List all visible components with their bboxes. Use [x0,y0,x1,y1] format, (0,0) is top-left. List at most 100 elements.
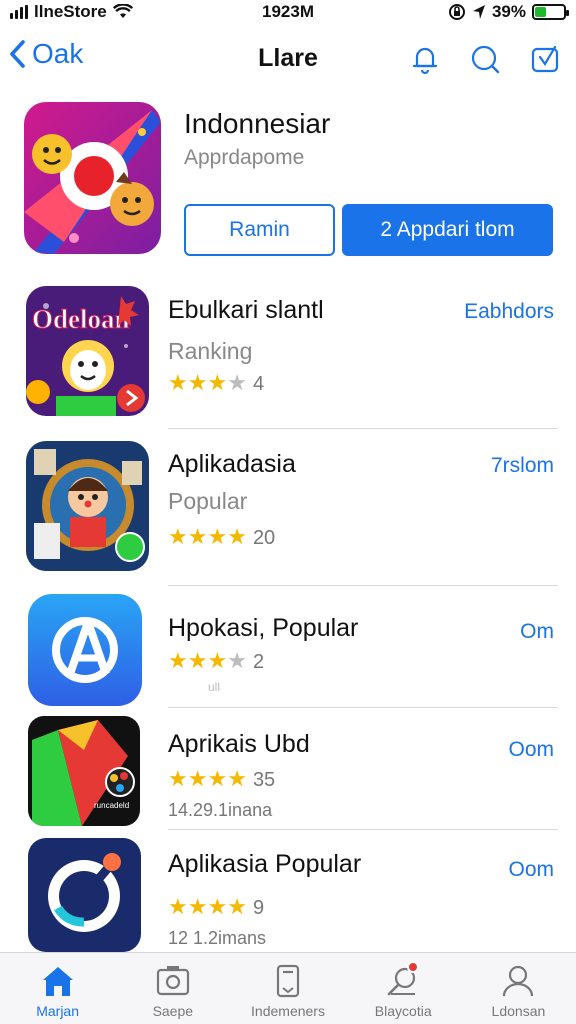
star-rating: ★★★★ [168,896,247,920]
app-action-button[interactable]: Eabhdors [464,300,554,324]
star-rating: ★★★★ [168,650,247,674]
app-category: Popular [168,488,248,514]
tab-label: Ldonsan [491,1003,546,1019]
lock-rotation-icon [448,4,465,20]
list-item[interactable]: Aplikadasia Popular ★★★★ 20 7rslom [0,440,576,586]
divider [168,585,558,586]
star-icon: ★ [187,766,208,791]
battery-percent: 39% [491,2,526,21]
featured-app-title: Indonnesiar [184,108,331,139]
app-name: Aprikais Ubd [168,730,310,758]
featured-app-icon[interactable] [24,102,161,254]
list-item[interactable]: Odeloan Ebulkari slantl Ranking ★★★★ 4 E… [0,286,576,430]
featured-app-subtitle: Apprdapome [184,146,305,169]
app-rating: ★★★★ 2 [168,650,264,674]
rating-count: 4 [252,372,265,395]
star-icon: ★ [168,370,188,395]
app-name: Aplikasia Popular [168,850,362,878]
star-icon: ★ [207,370,228,395]
star-icon: ★ [227,766,247,791]
app-icon [28,838,141,952]
star-icon: ★ [168,766,188,791]
bell-icon[interactable] [408,42,442,76]
app-category: Ranking [168,338,253,364]
primary-button[interactable]: 2 Appdari tlom [342,204,553,256]
star-icon: ★ [168,894,188,919]
app-rating: ★★★★ 9 [168,896,264,920]
star-icon: ★ [187,648,208,673]
location-icon [472,5,485,19]
divider [168,707,558,708]
app-action-button[interactable]: Oom [508,738,554,762]
app-action-button[interactable]: Oom [508,858,554,882]
secondary-button[interactable]: Ramin [184,204,335,256]
svg-text:Odeloan: Odeloan [32,304,130,334]
svg-text:runcadeld: runcadeld [94,801,129,810]
battery-icon [532,4,569,20]
star-icon: ★ [207,766,228,791]
rating-count: 35 [252,768,276,791]
app-rating: ★★★★ 35 [168,768,275,792]
tab-profile[interactable]: Ldonsan [461,953,576,1024]
app-icon: runcadeld [28,716,140,826]
app-subtext: ull [208,680,221,694]
tab-home[interactable]: Marjan [0,953,115,1024]
star-icon: ★ [168,648,188,673]
status-bar: llneStore 1923M 39% [0,0,576,26]
star-icon: ★ [227,894,247,919]
divider [168,428,558,429]
rating-count: 20 [252,526,276,549]
tab-label: Indemeners [251,1003,325,1019]
star-icon: ★ [187,370,208,395]
navigation-bar: Oak Llare [0,32,576,88]
photo-icon [155,963,191,999]
star-icon: ★ [187,524,208,549]
app-subtext: 14.29.1inana [168,800,273,820]
list-item[interactable]: runcadeld Aprikais Ubd ★★★★ 35 14.29.1in… [0,716,576,830]
tab-bar: Marjan Saepe Indemeners Blaycotia Ldonsa… [0,952,576,1024]
app-rating: ★★★★ 4 [168,372,264,396]
star-rating: ★★★★ [168,372,247,396]
app-action-button[interactable]: Om [520,620,554,644]
app-subtext: 12 1.2imans [168,928,267,948]
app-icon: Odeloan [26,286,149,416]
tab-discover[interactable]: Blaycotia [346,953,461,1024]
app-name: Ebulkari slantl [168,296,324,324]
nav-actions [408,42,562,76]
app-action-button[interactable]: 7rslom [491,454,554,478]
tab-devices[interactable]: Indemeners [230,953,345,1024]
search-icon[interactable] [468,42,502,76]
star-icon: ★ [207,648,228,673]
app-name: Aplikadasia [168,450,296,478]
status-right: 39% [448,2,569,22]
list-item[interactable]: Hpokasi, Popular ★★★★ 2 ull Om [0,594,576,708]
list-item[interactable]: Aplikasia Popular ★★★★ 9 12 1.2imans Oom [0,838,576,952]
home-icon [40,963,76,999]
divider [168,829,558,830]
star-icon: ★ [187,894,208,919]
app-icon [26,441,149,571]
app-name: Hpokasi, Popular [168,614,359,642]
star-icon: ★ [227,648,247,673]
featured-app-card: Indonnesiar Apprdapome Ramin 2 Appdari t… [24,102,554,257]
tab-label: Marjan [36,1003,79,1019]
star-icon: ★ [207,524,228,549]
app-rating: ★★★★ 20 [168,526,275,550]
person-icon [500,963,536,999]
battery-level [535,7,546,17]
app-icon [28,594,142,706]
edit-icon[interactable] [528,42,562,76]
phone-icon [270,963,306,999]
star-icon: ★ [227,524,247,549]
rating-count: 2 [252,650,265,673]
tab-label: Blaycotia [374,1003,432,1019]
search-pin-icon [385,961,421,999]
star-icon: ★ [227,370,247,395]
tab-photos[interactable]: Saepe [115,953,230,1024]
tab-label: Saepe [152,1003,194,1019]
rating-count: 9 [252,896,265,919]
star-icon: ★ [168,524,188,549]
star-rating: ★★★★ [168,526,247,550]
star-rating: ★★★★ [168,768,247,792]
star-icon: ★ [207,894,228,919]
